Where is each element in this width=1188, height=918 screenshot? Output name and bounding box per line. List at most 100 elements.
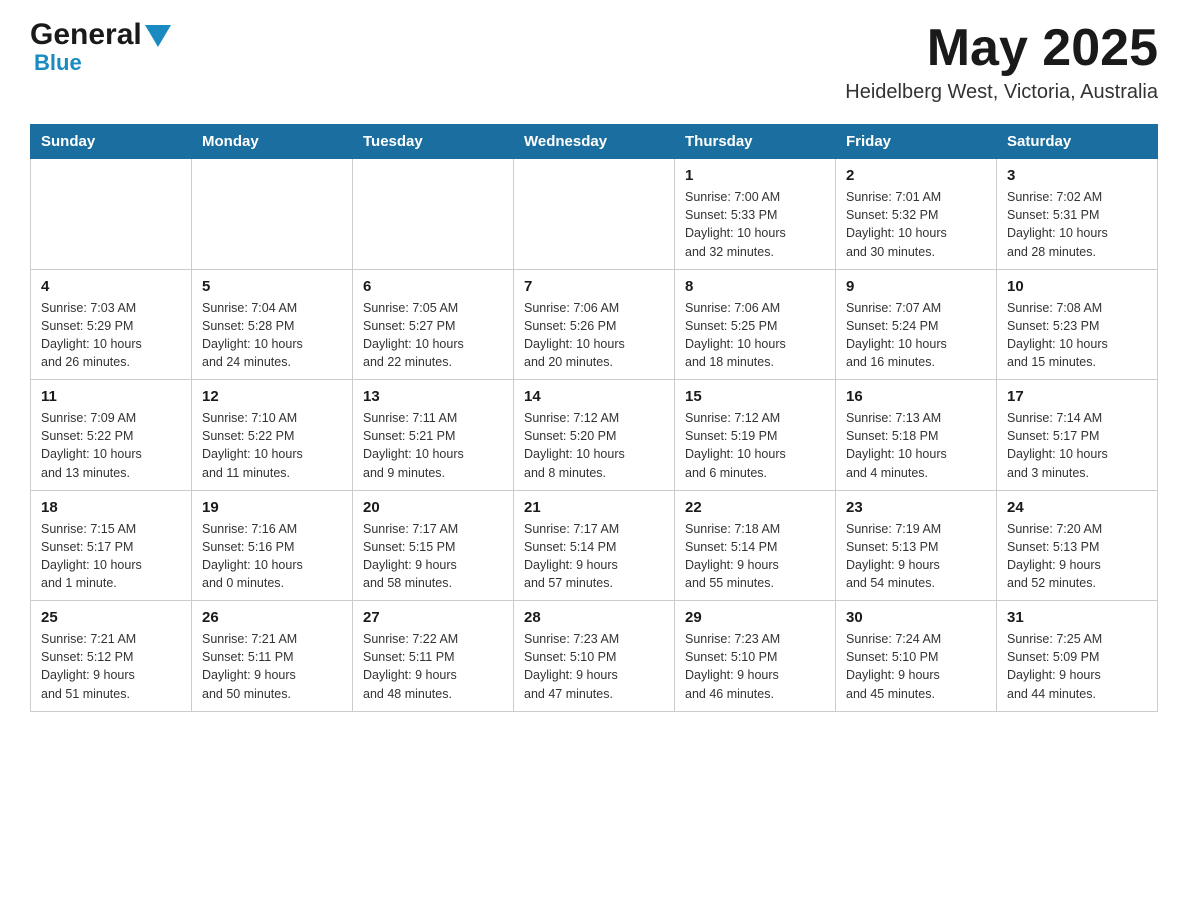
calendar-cell: 20 Sunrise: 7:17 AM Sunset: 5:15 PM Dayli… [353, 490, 514, 601]
calendar-cell [31, 159, 192, 270]
day-number: 11 [41, 388, 181, 405]
calendar-cell: 23 Sunrise: 7:19 AM Sunset: 5:13 PM Dayli… [836, 490, 997, 601]
day-info: Sunrise: 7:16 AM Sunset: 5:16 PM Dayligh… [202, 520, 342, 593]
week-row-1: 1Sunrise: 7:00 AM Sunset: 5:33 PM Daylig… [31, 159, 1158, 270]
calendar-cell: 10 Sunrise: 7:08 AM Sunset: 5:23 PM Dayli… [997, 269, 1158, 380]
day-number: 2 [846, 167, 986, 184]
day-info: Sunrise: 7:10 AM Sunset: 5:22 PM Dayligh… [202, 409, 342, 482]
logo-top: General [30, 20, 171, 50]
calendar-body: 1Sunrise: 7:00 AM Sunset: 5:33 PM Daylig… [31, 159, 1158, 712]
calendar-cell: 3Sunrise: 7:02 AM Sunset: 5:31 PM Daylig… [997, 159, 1158, 270]
day-header-tuesday: Tuesday [353, 125, 514, 159]
week-row-5: 25 Sunrise: 7:21 AM Sunset: 5:12 PM Dayli… [31, 601, 1158, 712]
day-info: Sunrise: 7:21 AM Sunset: 5:11 PM Dayligh… [202, 630, 342, 703]
day-number: 20 [363, 499, 503, 516]
month-year-title: May 2025 [845, 20, 1158, 77]
calendar-cell [192, 159, 353, 270]
day-info: Sunrise: 7:04 AM Sunset: 5:28 PM Dayligh… [202, 299, 342, 372]
day-number: 25 [41, 609, 181, 626]
day-info: Sunrise: 7:14 AM Sunset: 5:17 PM Dayligh… [1007, 409, 1147, 482]
day-number: 29 [685, 609, 825, 626]
day-info: Sunrise: 7:18 AM Sunset: 5:14 PM Dayligh… [685, 520, 825, 593]
calendar-cell: 21 Sunrise: 7:17 AM Sunset: 5:14 PM Dayli… [514, 490, 675, 601]
day-header-thursday: Thursday [675, 125, 836, 159]
day-info: Sunrise: 7:07 AM Sunset: 5:24 PM Dayligh… [846, 299, 986, 372]
days-of-week-row: SundayMondayTuesdayWednesdayThursdayFrid… [31, 125, 1158, 159]
calendar-cell: 1Sunrise: 7:00 AM Sunset: 5:33 PM Daylig… [675, 159, 836, 270]
day-header-monday: Monday [192, 125, 353, 159]
day-info: Sunrise: 7:21 AM Sunset: 5:12 PM Dayligh… [41, 630, 181, 703]
day-info: Sunrise: 7:15 AM Sunset: 5:17 PM Dayligh… [41, 520, 181, 593]
calendar-cell: 24 Sunrise: 7:20 AM Sunset: 5:13 PM Dayli… [997, 490, 1158, 601]
calendar-cell: 19Sunrise: 7:16 AM Sunset: 5:16 PM Dayli… [192, 490, 353, 601]
logo-arrow-icon [145, 25, 171, 47]
calendar-cell: 13Sunrise: 7:11 AM Sunset: 5:21 PM Dayli… [353, 380, 514, 491]
day-number: 7 [524, 278, 664, 295]
day-info: Sunrise: 7:01 AM Sunset: 5:32 PM Dayligh… [846, 188, 986, 261]
day-number: 26 [202, 609, 342, 626]
day-info: Sunrise: 7:12 AM Sunset: 5:19 PM Dayligh… [685, 409, 825, 482]
title-block: May 2025 Heidelberg West, Victoria, Aust… [845, 20, 1158, 104]
day-number: 30 [846, 609, 986, 626]
day-number: 13 [363, 388, 503, 405]
week-row-2: 4Sunrise: 7:03 AM Sunset: 5:29 PM Daylig… [31, 269, 1158, 380]
day-number: 28 [524, 609, 664, 626]
day-number: 10 [1007, 278, 1147, 295]
calendar-cell: 6 Sunrise: 7:05 AM Sunset: 5:27 PM Daylig… [353, 269, 514, 380]
calendar-cell: 12Sunrise: 7:10 AM Sunset: 5:22 PM Dayli… [192, 380, 353, 491]
day-info: Sunrise: 7:09 AM Sunset: 5:22 PM Dayligh… [41, 409, 181, 482]
day-info: Sunrise: 7:20 AM Sunset: 5:13 PM Dayligh… [1007, 520, 1147, 593]
logo-blue-text: Blue [34, 50, 171, 76]
calendar-cell: 4Sunrise: 7:03 AM Sunset: 5:29 PM Daylig… [31, 269, 192, 380]
day-info: Sunrise: 7:05 AM Sunset: 5:27 PM Dayligh… [363, 299, 503, 372]
day-number: 23 [846, 499, 986, 516]
day-number: 24 [1007, 499, 1147, 516]
day-header-sunday: Sunday [31, 125, 192, 159]
day-number: 3 [1007, 167, 1147, 184]
calendar-cell: 27 Sunrise: 7:22 AM Sunset: 5:11 PM Dayli… [353, 601, 514, 712]
calendar-cell: 5 Sunrise: 7:04 AM Sunset: 5:28 PM Daylig… [192, 269, 353, 380]
calendar-cell: 16 Sunrise: 7:13 AM Sunset: 5:18 PM Dayli… [836, 380, 997, 491]
day-header-wednesday: Wednesday [514, 125, 675, 159]
calendar-cell: 14Sunrise: 7:12 AM Sunset: 5:20 PM Dayli… [514, 380, 675, 491]
day-info: Sunrise: 7:12 AM Sunset: 5:20 PM Dayligh… [524, 409, 664, 482]
day-info: Sunrise: 7:17 AM Sunset: 5:14 PM Dayligh… [524, 520, 664, 593]
week-row-3: 11 Sunrise: 7:09 AM Sunset: 5:22 PM Dayli… [31, 380, 1158, 491]
day-header-saturday: Saturday [997, 125, 1158, 159]
calendar-cell: 31Sunrise: 7:25 AM Sunset: 5:09 PM Dayli… [997, 601, 1158, 712]
calendar-cell [514, 159, 675, 270]
day-info: Sunrise: 7:08 AM Sunset: 5:23 PM Dayligh… [1007, 299, 1147, 372]
day-number: 21 [524, 499, 664, 516]
day-number: 6 [363, 278, 503, 295]
day-number: 27 [363, 609, 503, 626]
week-row-4: 18Sunrise: 7:15 AM Sunset: 5:17 PM Dayli… [31, 490, 1158, 601]
calendar-cell: 15 Sunrise: 7:12 AM Sunset: 5:19 PM Dayli… [675, 380, 836, 491]
location-subtitle: Heidelberg West, Victoria, Australia [845, 81, 1158, 104]
day-info: Sunrise: 7:03 AM Sunset: 5:29 PM Dayligh… [41, 299, 181, 372]
calendar-cell: 22Sunrise: 7:18 AM Sunset: 5:14 PM Dayli… [675, 490, 836, 601]
day-header-friday: Friday [836, 125, 997, 159]
logo: General Blue [30, 20, 171, 76]
day-info: Sunrise: 7:22 AM Sunset: 5:11 PM Dayligh… [363, 630, 503, 703]
calendar-cell: 17Sunrise: 7:14 AM Sunset: 5:17 PM Dayli… [997, 380, 1158, 491]
day-info: Sunrise: 7:17 AM Sunset: 5:15 PM Dayligh… [363, 520, 503, 593]
calendar-header: SundayMondayTuesdayWednesdayThursdayFrid… [31, 125, 1158, 159]
day-info: Sunrise: 7:06 AM Sunset: 5:26 PM Dayligh… [524, 299, 664, 372]
calendar-cell: 30 Sunrise: 7:24 AM Sunset: 5:10 PM Dayli… [836, 601, 997, 712]
day-info: Sunrise: 7:13 AM Sunset: 5:18 PM Dayligh… [846, 409, 986, 482]
logo-general-text: General [30, 20, 142, 50]
calendar-cell: 9Sunrise: 7:07 AM Sunset: 5:24 PM Daylig… [836, 269, 997, 380]
day-number: 8 [685, 278, 825, 295]
calendar-cell: 11 Sunrise: 7:09 AM Sunset: 5:22 PM Dayli… [31, 380, 192, 491]
day-info: Sunrise: 7:23 AM Sunset: 5:10 PM Dayligh… [685, 630, 825, 703]
day-number: 15 [685, 388, 825, 405]
day-info: Sunrise: 7:25 AM Sunset: 5:09 PM Dayligh… [1007, 630, 1147, 703]
day-info: Sunrise: 7:24 AM Sunset: 5:10 PM Dayligh… [846, 630, 986, 703]
day-info: Sunrise: 7:23 AM Sunset: 5:10 PM Dayligh… [524, 630, 664, 703]
day-info: Sunrise: 7:19 AM Sunset: 5:13 PM Dayligh… [846, 520, 986, 593]
page-header: General Blue May 2025 Heidelberg West, V… [30, 20, 1158, 104]
day-number: 1 [685, 167, 825, 184]
day-number: 16 [846, 388, 986, 405]
calendar-cell: 2 Sunrise: 7:01 AM Sunset: 5:32 PM Daylig… [836, 159, 997, 270]
day-number: 5 [202, 278, 342, 295]
